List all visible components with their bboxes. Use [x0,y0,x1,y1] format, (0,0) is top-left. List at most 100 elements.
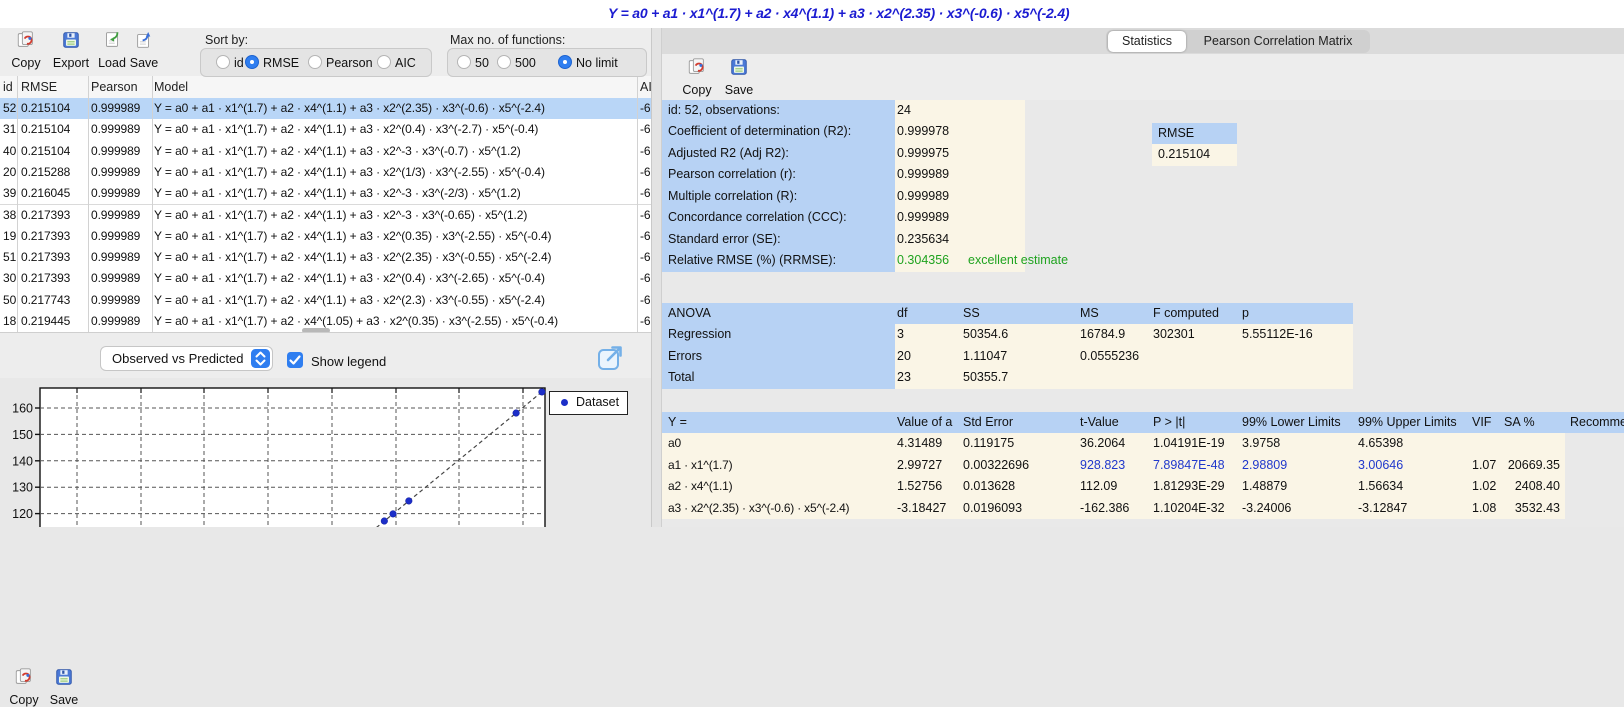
copy-icon [4,667,44,692]
radio-max-functions-50[interactable] [457,55,471,69]
model-row[interactable]: 52 0.215104 0.999989 Y = a0 + a1 · x1^(1.7)… [0,98,651,121]
coefficients-column-header: Std Error [963,415,1014,429]
cell-id: 31 [3,122,17,137]
stat-value: 0.999989 [897,167,950,182]
cell-pearson: 0.999989 [91,271,141,286]
column-header-aic[interactable]: AIC [640,76,651,98]
column-header-id[interactable]: id [3,76,17,98]
radio-max-functions-no-limit[interactable] [558,55,572,69]
model-row[interactable]: 39 0.216045 0.999989 Y = a0 + a1 · x1^(1.7)… [0,183,651,206]
cell-aic: -6 [640,250,651,265]
app-window: { "title": "Y = a0 + a1 · x1^(1.7) + a2 … [0,0,1624,707]
anova-column-header: F computed [1153,306,1220,320]
stat-value: 0.999989 [897,188,950,203]
radio-max-functions-500[interactable] [497,55,511,69]
anova-cell: 16784.9 [1080,327,1126,342]
stat-label: Coefficient of determination (R2): [668,124,852,139]
cell-rmse: 0.217743 [21,292,71,307]
coefficient-cell: 112.09 [1080,479,1118,494]
coefficient-cell: 1.02 [1472,479,1497,494]
plot-view-select[interactable]: Observed vs Predicted [100,346,273,371]
copy-icon [677,57,717,82]
anova-cell: Total [668,370,695,385]
model-row[interactable]: 51 0.217393 0.999989 Y = a0 + a1 · x1^(1.7)… [0,247,651,270]
coefficient-cell: 3.00646 [1358,457,1404,472]
radio-sort-by-pearson[interactable] [308,55,322,69]
cell-pearson: 0.999989 [91,164,141,179]
tab-pearson-correlation-matrix[interactable]: Pearson Correlation Matrix [1188,31,1368,52]
copy-icon [2,30,50,55]
save-models-button[interactable]: Save [120,30,168,70]
statistics-panel: id: 52, observations: 24 Coefficient of de… [662,100,1624,527]
coefficient-cell: 0.0196093 [963,500,1023,515]
right-tabs-strip: Statistics Pearson Correlation Matrix [662,28,1624,54]
cell-model: Y = a0 + a1 · x1^(1.7) + a2 · x4^(1.1) +… [154,186,521,201]
tab-statistics[interactable]: Statistics [1108,31,1186,52]
cell-id: 40 [3,143,17,158]
legend-label: Dataset [576,395,620,409]
copy-models-button-label: Copy [11,56,41,70]
coefficient-cell: 36.2064 [1080,436,1126,451]
anova-column-header: df [897,306,908,320]
model-row[interactable]: 50 0.217743 0.999989 Y = a0 + a1 · x1^(1.7)… [0,289,651,312]
coefficient-cell: -3.12847 [1358,500,1408,515]
stats-save-button[interactable]: Save [719,57,759,97]
cell-pearson: 0.999989 [91,122,141,137]
svg-text:140: 140 [12,454,33,468]
plot-legend: Dataset [549,391,628,415]
coefficient-cell: 1.52756 [897,479,943,494]
rmse-value: 0.215104 [1158,147,1211,162]
anova-cell: 23 [897,370,911,385]
model-row[interactable]: 30 0.217393 0.999989 Y = a0 + a1 · x1^(1.7)… [0,268,651,291]
panel-splitter[interactable] [651,28,662,527]
cell-pearson: 0.999989 [91,228,141,243]
model-row[interactable]: 20 0.215288 0.999989 Y = a0 + a1 · x1^(1.7)… [0,161,651,185]
cell-model: Y = a0 + a1 · x1^(1.7) + a2 · x4^(1.1) +… [154,164,545,179]
coefficient-cell: 7.89847E-48 [1153,457,1225,472]
cell-aic: -6 [640,143,651,158]
cell-id: 19 [3,228,17,243]
column-header-model[interactable]: Model [154,76,637,98]
stat-label: Relative RMSE (%) (RRMSE): [668,253,837,268]
cell-pearson: 0.999989 [91,207,141,222]
plot-copy-button[interactable]: Copy [4,667,44,707]
sort-by-option-label: RMSE [263,56,300,70]
stat-value: 0.235634 [897,231,950,246]
column-header-pearson[interactable]: Pearson [91,76,152,98]
stat-value: 0.304356 [897,253,950,268]
anova-column-header: SS [963,306,980,320]
plot-save-button[interactable]: Save [44,667,84,707]
coefficients-column-header: P > |t| [1153,415,1186,429]
cell-id: 52 [3,101,17,115]
radio-sort-by-aic[interactable] [377,55,391,69]
model-row[interactable]: 31 0.215104 0.999989 Y = a0 + a1 · x1^(1.7)… [0,119,651,142]
radio-sort-by-rmse[interactable] [245,55,259,69]
cell-aic: -6 [640,122,651,137]
expand-plot-button[interactable] [596,342,626,372]
stats-copy-button[interactable]: Copy [677,57,717,97]
show-legend-checkbox[interactable] [287,352,303,368]
column-header-rmse[interactable]: RMSE [21,76,88,98]
copy-models-button[interactable]: Copy [2,30,50,70]
stat-label: Adjusted R2 (Adj R2): [668,145,789,160]
cell-id: 38 [3,207,17,222]
cell-aic: -6 [640,271,651,286]
anova-column-header: p [1242,306,1249,320]
coefficient-cell: a0 [668,436,681,451]
anova-cell: 50355.7 [963,370,1009,385]
cell-model: Y = a0 + a1 · x1^(1.7) + a2 · x4^(1.1) +… [154,143,521,158]
plot-copy-label: Copy [9,693,39,707]
cell-model: Y = a0 + a1 · x1^(1.7) + a2 · x4^(1.1) +… [154,228,552,243]
model-row[interactable]: 40 0.215104 0.999989 Y = a0 + a1 · x1^(1.7)… [0,140,651,163]
model-row[interactable]: 19 0.217393 0.999989 Y = a0 + a1 · x1^(1.7)… [0,225,651,249]
radio-sort-by-id[interactable] [216,55,230,69]
dataset-point-icon [561,399,568,406]
cell-rmse: 0.215104 [21,101,71,115]
cell-aic: -6 [640,292,651,307]
cell-pearson: 0.999989 [91,314,141,328]
coefficient-cell: 2.98809 [1242,457,1288,472]
model-row[interactable]: 38 0.217393 0.999989 Y = a0 + a1 · x1^(1.7)… [0,204,651,227]
stat-label: Standard error (SE): [668,231,781,246]
anova-column-header: ANOVA [668,306,711,320]
select-chevrons-icon [251,349,270,368]
